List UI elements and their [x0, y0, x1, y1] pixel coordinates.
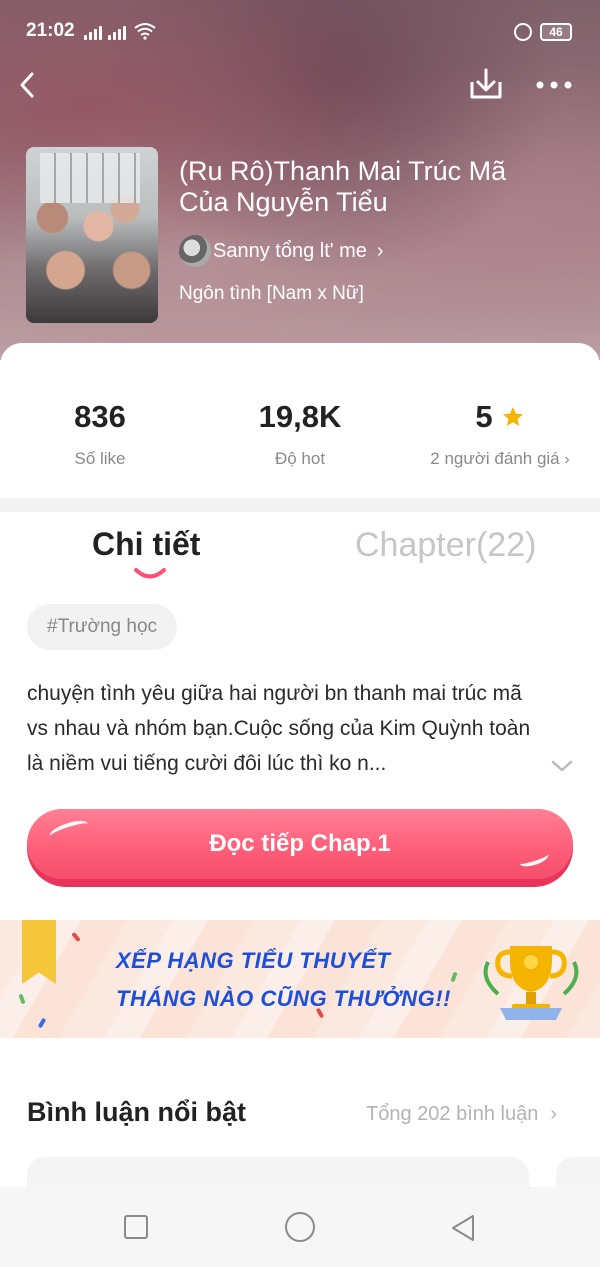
rating-label: 2 người đánh giá	[430, 449, 560, 468]
comments-total: Tổng 202 bình luận	[366, 1103, 539, 1125]
chevron-right-icon: ›	[564, 451, 570, 468]
recent-apps-icon[interactable]	[124, 1215, 148, 1239]
ranking-banner[interactable]: XẾP HẠNG TIỂU THUYẾT THÁNG NÀO CŨNG THƯỞ…	[0, 920, 600, 1038]
signal-icon-2	[108, 26, 126, 40]
status-time: 21:02	[26, 20, 75, 41]
chevron-right-icon: ›	[376, 239, 384, 262]
back-nav-icon[interactable]	[449, 1213, 477, 1243]
banner-line-1: XẾP HẠNG TIỂU THUYẾT	[116, 948, 391, 973]
stat-hot: 19,8K Độ hot	[200, 399, 400, 469]
do-not-disturb-icon	[514, 23, 532, 41]
battery-icon: 46	[540, 23, 572, 41]
author-name: Sanny tổng lt' me	[213, 239, 367, 262]
comments-total-link[interactable]: Tổng 202 bình luận ›	[366, 1103, 557, 1126]
star-icon	[502, 407, 523, 426]
back-icon[interactable]	[10, 66, 50, 106]
detail-sheet: 836 Số like 19,8K Độ hot 5 2 người đánh …	[0, 343, 600, 1267]
likes-value: 836	[74, 399, 126, 434]
book-title: (Ru Rô)Thanh Mai Trúc Mã Của Nguyễn Tiểu	[179, 156, 507, 217]
signal-icon	[84, 26, 102, 40]
status-bar: 21:02 46	[0, 0, 600, 64]
chevron-right-icon: ›	[550, 1103, 558, 1125]
continue-reading-button[interactable]: Đọc tiếp Chap.1	[27, 809, 573, 887]
stats-row: 836 Số like 19,8K Độ hot 5 2 người đánh …	[0, 343, 600, 498]
continue-reading-label: Đọc tiếp Chap.1	[209, 830, 391, 857]
bookmark-ribbon-icon	[22, 920, 56, 984]
banner-line-2: THÁNG NÀO CŨNG THƯỞNG!!	[116, 986, 451, 1011]
system-nav-bar	[0, 1187, 600, 1267]
stat-likes: 836 Số like	[0, 399, 200, 469]
book-description[interactable]: chuyện tình yêu giữa hai người bn thanh …	[27, 676, 547, 781]
rating-value: 5	[475, 399, 493, 434]
likes-label: Số like	[74, 449, 126, 468]
section-divider	[0, 498, 600, 512]
trophy-icon	[483, 946, 579, 1020]
home-icon[interactable]	[285, 1212, 315, 1242]
chevron-down-icon[interactable]	[550, 758, 574, 774]
tab-indicator	[134, 568, 166, 579]
comments-heading: Bình luận nổi bật	[27, 1097, 246, 1127]
author-link[interactable]: Sanny tổng lt' me ›	[179, 235, 384, 267]
tag-chip[interactable]: #Trường học	[27, 604, 178, 650]
wifi-icon	[134, 23, 156, 40]
tab-details[interactable]: Chi tiết	[92, 526, 200, 563]
stat-rating[interactable]: 5 2 người đánh giá ›	[400, 399, 600, 469]
hot-label: Độ hot	[274, 449, 326, 468]
author-avatar	[179, 235, 211, 267]
hot-value: 19,8K	[258, 399, 342, 434]
download-icon[interactable]	[466, 64, 506, 104]
tab-bar: Chi tiết Chapter(22)	[0, 512, 600, 592]
tab-chapters[interactable]: Chapter(22)	[355, 526, 536, 565]
more-icon[interactable]	[532, 70, 576, 100]
book-cover[interactable]	[26, 147, 158, 323]
book-genre: Ngôn tình [Nam x Nữ]	[179, 283, 364, 304]
